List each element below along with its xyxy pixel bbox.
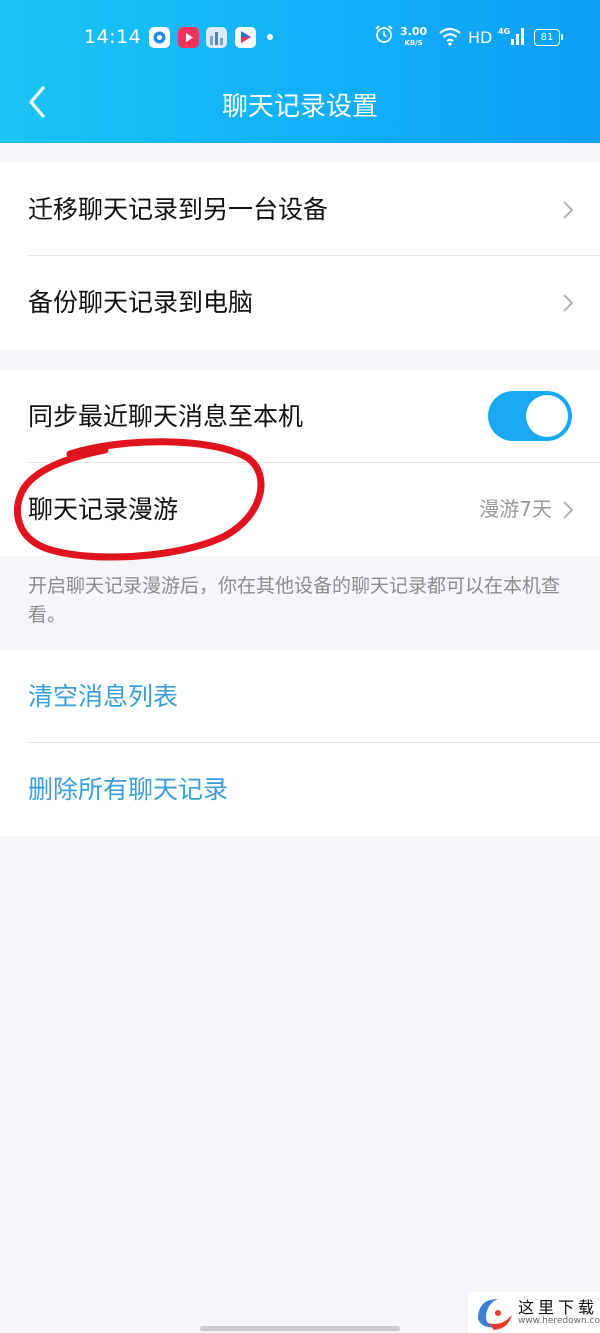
city-app-icon <box>206 27 227 48</box>
watermark-text: 这里下载 <box>518 1298 599 1317</box>
sync-toggle[interactable] <box>488 391 572 441</box>
network-type: HD <box>468 28 493 47</box>
video-app-icon <box>178 27 199 48</box>
transfer-group: 迁移聊天记录到另一台设备 备份聊天记录到电脑 <box>0 163 600 349</box>
list-item-clear[interactable]: 清空消息列表 <box>0 650 600 743</box>
list-item-delete[interactable]: 删除所有聊天记录 <box>0 743 600 836</box>
notification-dot <box>267 34 273 40</box>
watermark: 这里下载 www.heredown.com <box>468 1292 600 1333</box>
record-app-icon <box>149 27 170 48</box>
sync-group: 同步最近聊天消息至本机 聊天记录漫游 漫游7天 <box>0 370 600 556</box>
migrate-label: 迁移聊天记录到另一台设备 <box>28 195 329 224</box>
chevron-right-icon <box>563 501 574 519</box>
status-time: 14:14 <box>84 26 142 48</box>
chevron-right-icon <box>563 294 574 312</box>
list-item-migrate[interactable]: 迁移聊天记录到另一台设备 <box>0 163 600 256</box>
roaming-note: 开启聊天记录漫游后，你在其他设备的聊天记录都可以在本机查看。 <box>28 575 561 626</box>
list-item-backup[interactable]: 备份聊天记录到电脑 <box>0 256 600 349</box>
list-item-sync: 同步最近聊天消息至本机 <box>0 370 600 463</box>
wifi-icon <box>438 26 462 50</box>
roaming-value: 漫游7天 <box>479 497 552 521</box>
svg-text:4G: 4G <box>498 27 510 36</box>
watermark-url: www.heredown.com <box>518 1316 600 1326</box>
status-bar: 14:14 3.00 KB/S HD 4G 81 <box>0 0 600 76</box>
net-speed-unit: KB/S <box>404 39 423 47</box>
toggle-knob <box>526 395 568 437</box>
watermark-logo-icon <box>478 1299 512 1330</box>
backup-label: 备份聊天记录到电脑 <box>28 288 254 317</box>
alarm-icon <box>374 24 394 48</box>
battery-indicator: 81 <box>534 29 563 46</box>
net-speed: 3.00 KB/S <box>400 26 427 49</box>
sync-label: 同步最近聊天消息至本机 <box>28 402 304 431</box>
page-title: 聊天记录设置 <box>221 92 378 122</box>
clear-messages-label: 清空消息列表 <box>28 682 179 711</box>
chevron-right-icon <box>563 201 574 219</box>
list-item-roaming[interactable]: 聊天记录漫游 漫游7天 <box>0 463 600 556</box>
clear-group: 清空消息列表 删除所有聊天记录 <box>0 650 600 836</box>
app-header: 14:14 3.00 KB/S HD 4G 81 聊天记录设置 <box>0 0 600 143</box>
signal-icon: 4G <box>498 26 526 49</box>
home-indicator <box>200 1326 400 1331</box>
net-speed-value: 3.00 <box>400 25 428 38</box>
roaming-label: 聊天记录漫游 <box>28 495 179 524</box>
delete-records-label: 删除所有聊天记录 <box>28 775 229 804</box>
player-app-icon <box>235 27 256 48</box>
